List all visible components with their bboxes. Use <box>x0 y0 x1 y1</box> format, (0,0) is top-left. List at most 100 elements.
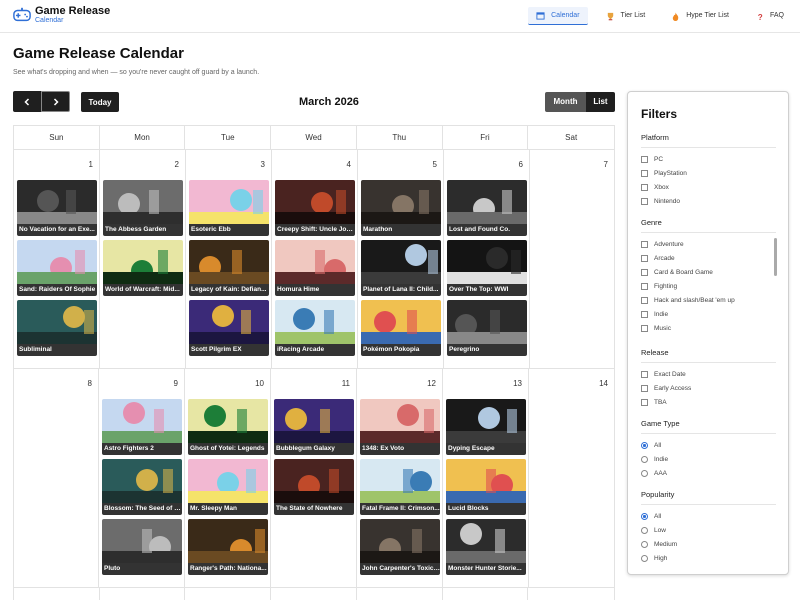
genre-scrollbar[interactable] <box>774 238 777 276</box>
radio-button[interactable] <box>641 554 648 562</box>
nav-tier-list[interactable]: Tier List <box>598 7 654 25</box>
game-card[interactable]: Lost and Found Co. <box>447 180 527 236</box>
calendar-day[interactable]: 9 Astro Fighters 2 Blossom: The Seed of L.… <box>99 369 185 587</box>
nav-calendar[interactable]: Calendar <box>528 7 588 25</box>
radio-button[interactable] <box>641 526 648 534</box>
checkbox[interactable] <box>641 324 648 332</box>
game-card[interactable]: Peregrino <box>447 300 527 356</box>
filter-option-release[interactable]: Exact Date <box>641 367 776 381</box>
checkbox[interactable] <box>641 310 648 318</box>
filter-option-release[interactable]: TBA <box>641 395 776 409</box>
filter-option-popularity[interactable]: Low <box>641 523 776 537</box>
checkbox[interactable] <box>641 282 648 290</box>
game-card[interactable]: World of Warcraft: Mid... <box>103 240 183 296</box>
filter-option-platform[interactable]: Xbox <box>641 180 776 194</box>
game-card[interactable]: Pluto <box>102 519 182 575</box>
radio-button[interactable] <box>641 540 648 548</box>
game-card[interactable]: Homura Hime <box>275 240 355 296</box>
calendar-day[interactable]: 4 Creepy Shift: Uncle Joe... Homura Hime iR… <box>272 150 358 368</box>
checkbox[interactable] <box>641 169 648 177</box>
game-card[interactable]: Marathon <box>361 180 441 236</box>
filter-option-popularity[interactable]: Medium <box>641 537 776 551</box>
month-view-button[interactable]: Month <box>545 92 586 112</box>
game-card[interactable]: Scott Pilgrim EX <box>189 300 269 356</box>
game-card[interactable]: Astro Fighters 2 <box>102 399 182 455</box>
list-view-button[interactable]: List <box>586 92 615 112</box>
game-card[interactable]: Ranger's Path: Nationa... <box>188 519 268 575</box>
calendar-day[interactable]: 11 Bubblegum Galaxy The State of Nowhere <box>271 369 357 587</box>
checkbox[interactable] <box>641 254 648 262</box>
nav-faq[interactable]: ? FAQ <box>747 7 792 25</box>
game-card[interactable]: Sand: Raiders Of Sophie <box>17 240 97 296</box>
radio-button[interactable] <box>641 441 648 449</box>
filter-option-genre[interactable]: Arcade <box>641 251 776 265</box>
calendar-day[interactable]: 5 Marathon Planet of Lana II: Child... Poké… <box>358 150 444 368</box>
checkbox[interactable] <box>641 197 648 205</box>
calendar-day[interactable]: 13 Dyping Escape Lucid Blocks Monster Hunte… <box>443 369 529 587</box>
calendar-day[interactable]: 8 <box>14 369 99 587</box>
filter-option-popularity[interactable]: High <box>641 551 776 565</box>
game-card[interactable]: Blossom: The Seed of L... <box>102 459 182 515</box>
filter-option-genre[interactable]: Hack and slash/Beat 'em up <box>641 293 776 307</box>
checkbox[interactable] <box>641 398 648 406</box>
filter-option-platform[interactable]: PlayStation <box>641 166 776 180</box>
calendar-day[interactable]: 10 Ghost of Yotei: Legends Mr. Sleepy Man R… <box>185 369 271 587</box>
filter-option-genre[interactable]: Card & Board Game <box>641 265 776 279</box>
game-card[interactable]: Mr. Sleepy Man <box>188 459 268 515</box>
game-card[interactable]: Dyping Escape <box>446 399 526 455</box>
radio-button[interactable] <box>641 469 648 477</box>
filter-option-label: Arcade <box>654 254 675 262</box>
checkbox[interactable] <box>641 370 648 378</box>
checkbox[interactable] <box>641 183 648 191</box>
game-card[interactable]: Creepy Shift: Uncle Joe... <box>275 180 355 236</box>
game-card[interactable]: Lucid Blocks <box>446 459 526 515</box>
calendar-day[interactable]: 7 <box>530 150 614 368</box>
brand[interactable]: Game Release Calendar <box>13 5 110 25</box>
calendar-day[interactable]: 3 Esoteric Ebb Legacy of Kain: Defian... Sc… <box>186 150 272 368</box>
game-card[interactable]: iRacing Arcade <box>275 300 355 356</box>
filter-option-genre[interactable]: Indie <box>641 307 776 321</box>
game-card[interactable]: Esoteric Ebb <box>189 180 269 236</box>
radio-button[interactable] <box>641 512 648 520</box>
today-button[interactable]: Today <box>81 92 119 112</box>
calendar-day[interactable]: 6 Lost and Found Co. Over The Top: WWI Pere… <box>444 150 530 368</box>
filter-option-platform[interactable]: Nintendo <box>641 194 776 208</box>
filter-option-game-type[interactable]: All <box>641 438 776 452</box>
filter-option-genre[interactable]: Music <box>641 321 776 335</box>
checkbox[interactable] <box>641 240 648 248</box>
game-card[interactable]: The Abbess Garden <box>103 180 183 236</box>
filter-option-popularity[interactable]: All <box>641 509 776 523</box>
calendar-day[interactable]: 12 1348: Ex Voto Fatal Frame II: Crimson..… <box>357 369 443 587</box>
game-card[interactable]: Bubblegum Galaxy <box>274 399 354 455</box>
game-card[interactable]: 1348: Ex Voto <box>360 399 440 455</box>
filter-option-genre[interactable]: Fighting <box>641 279 776 293</box>
game-card[interactable]: No Vacation for an Exe... <box>17 180 97 236</box>
game-card[interactable]: Pokémon Pokopia <box>361 300 441 356</box>
checkbox[interactable] <box>641 384 648 392</box>
filter-game-type-heading: Game Type <box>641 419 680 428</box>
game-card[interactable]: John Carpenter's Toxic ... <box>360 519 440 575</box>
checkbox[interactable] <box>641 296 648 304</box>
game-card[interactable]: Fatal Frame II: Crimson... <box>360 459 440 515</box>
filter-option-platform[interactable]: PC <box>641 152 776 166</box>
game-card[interactable]: Legacy of Kain: Defian... <box>189 240 269 296</box>
filter-option-game-type[interactable]: Indie <box>641 452 776 466</box>
game-card[interactable]: Subliminal <box>17 300 97 356</box>
nav-hype-tier-list[interactable]: Hype Tier List <box>663 7 737 25</box>
filter-option-genre[interactable]: Adventure <box>641 237 776 251</box>
checkbox[interactable] <box>641 268 648 276</box>
filter-option-release[interactable]: Early Access <box>641 381 776 395</box>
game-card[interactable]: The State of Nowhere <box>274 459 354 515</box>
checkbox[interactable] <box>641 155 648 163</box>
game-card[interactable]: Planet of Lana II: Child... <box>361 240 441 296</box>
calendar-day[interactable]: 1 No Vacation for an Exe... Sand: Raiders … <box>14 150 100 368</box>
prev-month-button[interactable] <box>13 91 41 112</box>
next-month-button[interactable] <box>41 91 70 112</box>
game-card[interactable]: Monster Hunter Storie... <box>446 519 526 575</box>
filter-option-game-type[interactable]: AAA <box>641 466 776 480</box>
game-card[interactable]: Over The Top: WWI <box>447 240 527 296</box>
radio-button[interactable] <box>641 455 648 463</box>
calendar-day[interactable]: 14 <box>529 369 614 587</box>
game-card[interactable]: Ghost of Yotei: Legends <box>188 399 268 455</box>
calendar-day[interactable]: 2 The Abbess Garden World of Warcraft: Mid… <box>100 150 186 368</box>
